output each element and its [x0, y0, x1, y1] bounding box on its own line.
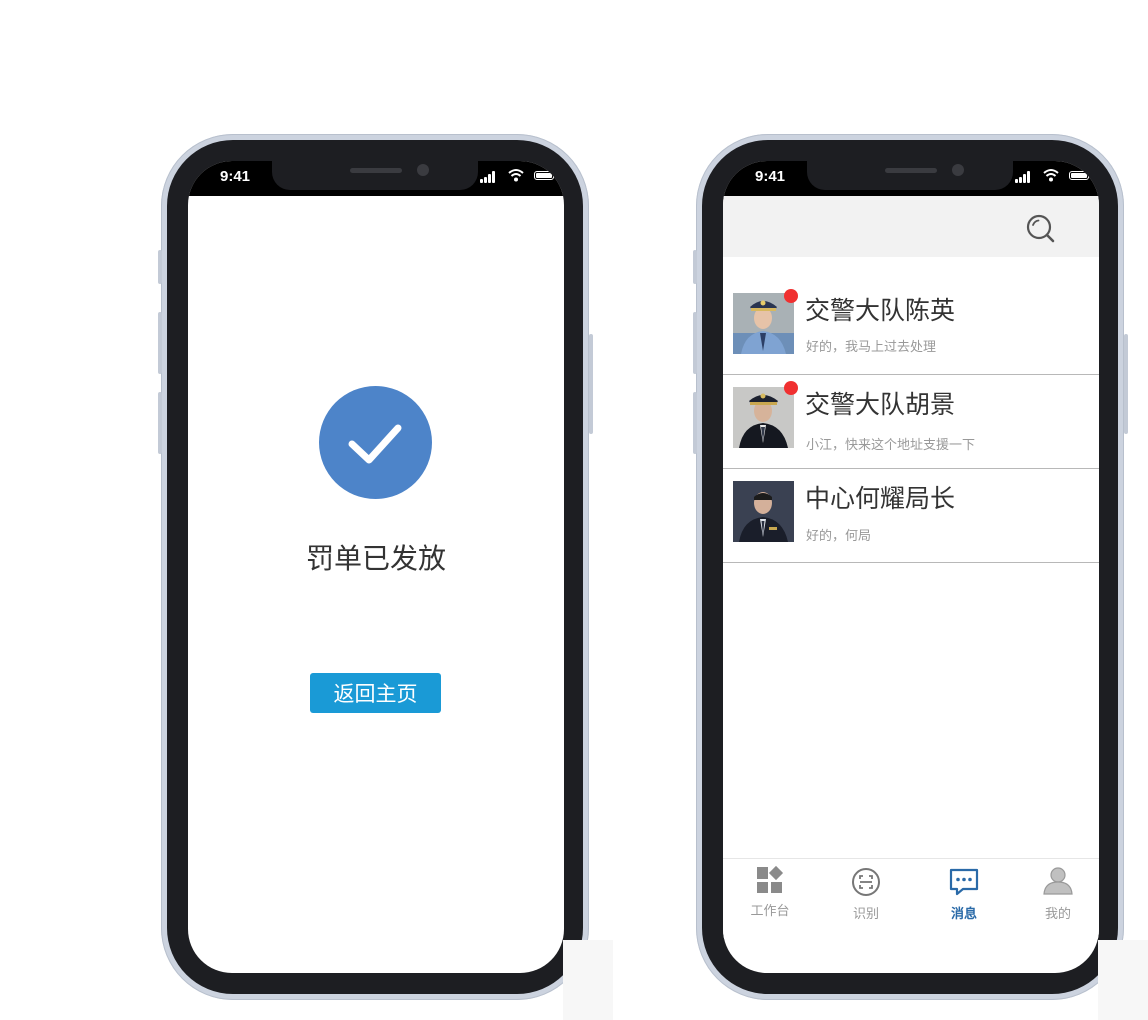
avatar [733, 481, 794, 542]
profile-icon [1043, 867, 1073, 895]
cellular-signal-icon [480, 171, 498, 183]
scan-icon [852, 868, 880, 896]
speaker [885, 168, 937, 173]
volume-up-button [693, 312, 697, 374]
contact-name: 交警大队陈英 [805, 296, 956, 325]
message-icon [949, 868, 979, 896]
bottom-tab-bar: 工作台 识别 消息 我的 [723, 858, 1099, 939]
message-item-hu-jing[interactable]: 交警大队胡景 小江，快来这个地址支援一下 [723, 375, 1099, 469]
tab-profile[interactable]: 我的 [1011, 859, 1099, 939]
contact-name: 交警大队胡景 [805, 390, 956, 419]
message-preview: 好的，我马上过去处理 [806, 340, 937, 355]
status-time: 9:41 [220, 168, 251, 185]
volume-down-button [158, 392, 162, 454]
message-preview: 小江，快来这个地址支援一下 [806, 438, 976, 453]
tab-workbench[interactable]: 工作台 [723, 859, 817, 939]
success-message: 罚单已发放 [305, 542, 446, 575]
tab-label: 工作台 [750, 904, 790, 919]
message-item-he-yao[interactable]: 中心何耀局长 好的，何局 [723, 469, 1099, 563]
tab-label: 消息 [950, 907, 977, 922]
background-panel [1098, 940, 1148, 1020]
front-camera [952, 164, 964, 176]
notch [807, 161, 1013, 190]
battery-cap [555, 174, 557, 178]
search-icon[interactable] [1025, 213, 1057, 245]
tab-label: 识别 [852, 907, 879, 922]
contact-name: 中心何耀局长 [805, 484, 956, 513]
unread-dot [784, 289, 798, 303]
message-list: 交警大队陈英 好的，我马上过去处理 交警大队胡景 小江，快来这个地址支援一下 中… [723, 257, 1099, 563]
side-button [158, 250, 162, 284]
message-item-chen-ying[interactable]: 交警大队陈英 好的，我马上过去处理 [723, 257, 1099, 375]
power-button [1124, 334, 1128, 434]
phone-frame-right: 9:41 交警大队陈英 好的，我马上过去处理 交警大队胡景 小江，快来这个地址支… [693, 134, 1128, 1000]
status-bar: 9:41 [723, 161, 1099, 196]
notch [272, 161, 478, 190]
front-camera [417, 164, 429, 176]
avatar [733, 293, 794, 354]
tab-recognize[interactable]: 识别 [819, 859, 913, 939]
wifi-icon [508, 169, 524, 182]
power-button [589, 334, 593, 434]
message-preview: 好的，何局 [806, 529, 872, 544]
battery-icon [1069, 171, 1089, 180]
tab-messages[interactable]: 消息 [917, 859, 1011, 939]
background-panel [563, 940, 613, 1020]
workbench-icon [757, 865, 784, 893]
cellular-signal-icon [1015, 171, 1033, 183]
speaker [350, 168, 402, 173]
volume-up-button [158, 312, 162, 374]
phone-frame-left: 9:41 罚单已发放 返回主页 [158, 134, 593, 1000]
volume-down-button [693, 392, 697, 454]
unread-dot [784, 381, 798, 395]
avatar [733, 387, 794, 448]
tab-label: 我的 [1044, 907, 1071, 922]
battery-cap [1090, 174, 1092, 178]
screen-left: 9:41 罚单已发放 返回主页 [188, 161, 564, 973]
top-bar [723, 196, 1099, 257]
status-time: 9:41 [755, 168, 786, 185]
return-home-button[interactable]: 返回主页 [310, 673, 441, 713]
success-check-icon [319, 386, 432, 499]
side-button [693, 250, 697, 284]
status-bar: 9:41 [188, 161, 564, 196]
wifi-icon [1043, 169, 1059, 182]
battery-icon [534, 171, 554, 180]
screen-right: 9:41 交警大队陈英 好的，我马上过去处理 交警大队胡景 小江，快来这个地址支… [723, 161, 1099, 973]
